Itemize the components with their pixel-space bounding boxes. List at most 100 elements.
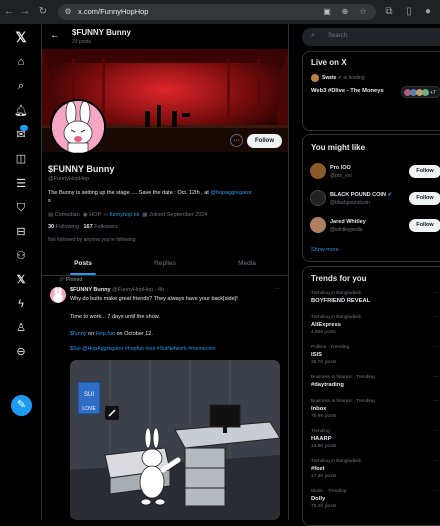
bio-text: The Bunny is setting up the stage .... S… [48, 190, 211, 196]
tab-media[interactable]: Media [206, 260, 288, 267]
suggestion-name[interactable]: BLACK POUND COIN ✔ [330, 192, 392, 198]
bio-link[interactable]: @hopaggregator [210, 190, 251, 196]
profile-meta: ▤ Comedian ◉ HOP ∞ funnyhop.lol ▦ Joined… [48, 212, 207, 218]
post-button[interactable]: ✎ [11, 395, 32, 416]
premium-icon[interactable]: 𝕏 [14, 273, 28, 287]
suggestion-follow-button[interactable]: Follow [409, 165, 440, 178]
bookmarks-icon[interactable]: ⛉ [14, 201, 28, 215]
profile-avatar[interactable] [50, 99, 106, 155]
suggestion-name[interactable]: Jared Whitley [330, 219, 366, 225]
tweet-time[interactable]: · 4h [155, 287, 164, 293]
tweet-more-icon[interactable]: ··· [274, 286, 280, 292]
lists-icon[interactable]: ☰ [14, 177, 28, 191]
more-icon[interactable]: ⊖ [14, 345, 28, 359]
header-post-count: 33 posts [72, 39, 91, 45]
trend-count: 75.9K posts [311, 414, 337, 419]
site-info-icon[interactable]: ⚙ [63, 7, 73, 17]
trend-more-icon[interactable]: ··· [433, 290, 439, 296]
profile-website[interactable]: funnyhop.lol [110, 212, 140, 218]
trend-name[interactable]: HAARP [311, 436, 332, 442]
trend-count: 17.3K posts [311, 474, 337, 479]
trend-more-icon[interactable]: ··· [433, 374, 439, 380]
profile-nav-icon[interactable]: ♙ [14, 321, 28, 335]
trend-name[interactable]: #daytrading [311, 382, 344, 388]
verified-orgs-icon[interactable]: ϟ [14, 297, 28, 311]
back-icon[interactable]: ← [3, 6, 15, 18]
search-icon[interactable]: ⌕ [14, 79, 28, 93]
followers-label[interactable]: Followers [94, 224, 118, 230]
tweet-hashtags[interactable]: $Sui @HopAggregator #hopfun #sui #SuiNet… [70, 346, 216, 352]
trend-more-icon[interactable]: ··· [433, 398, 439, 404]
suggestion-handle: @whitleypedia [330, 227, 363, 233]
profile-tabs: Posts Replies Media [42, 254, 288, 276]
trend-name[interactable]: BOYFRIEND REVEAL [311, 298, 370, 304]
extensions-icon[interactable]: ⧉ [383, 6, 395, 18]
trend-meta: Trending in Bangladesh [311, 315, 362, 320]
reload-icon[interactable]: ↻ [37, 6, 49, 18]
live-on-x-card: Live on X Swete ✔ is hosting Web3 #Dlive… [302, 51, 440, 131]
tweet-image[interactable]: SUI LOVE [70, 360, 280, 520]
tweet-cashtag[interactable]: $funny [70, 331, 87, 337]
profile-bio: The Bunny is setting up the stage .... S… [48, 190, 284, 205]
grok-icon[interactable]: ◫ [14, 152, 28, 166]
address-bar[interactable]: ⚙ x.com/FunnyHopHop ▣ ⊕ ☆ [58, 4, 376, 20]
tweet-handle[interactable]: @FunnyHopHop [112, 287, 153, 293]
notifications-icon[interactable]: 🔔︎ [14, 104, 28, 118]
search-placeholder: Search [328, 33, 348, 39]
trend-meta: Business & finance · Trending [311, 399, 375, 404]
trend-meta: Trending [311, 429, 330, 434]
pinned-row: 📌︎ Pinned [58, 277, 82, 283]
followers-count[interactable]: 167 [83, 224, 92, 230]
back-arrow-icon[interactable]: ← [50, 30, 60, 41]
profile-icon[interactable]: ● [422, 6, 434, 18]
suggestion-avatar[interactable] [310, 217, 326, 233]
trend-name[interactable]: #feet [311, 466, 325, 472]
communities-icon[interactable]: ⚇ [14, 249, 28, 263]
tab-replies[interactable]: Replies [124, 260, 206, 267]
verified-badge-icon: ✔ [337, 75, 343, 81]
show-more-link[interactable]: Show more [311, 247, 339, 253]
trend-name[interactable]: Inbox [311, 406, 326, 412]
trend-meta: Business & finance · Trending [311, 375, 375, 380]
suggestion-name[interactable]: Pro IOO [330, 165, 351, 171]
sidepanel-icon[interactable]: ▯ [403, 6, 415, 18]
bookmark-star-icon[interactable]: ☆ [358, 7, 368, 17]
suggestion-follow-button[interactable]: Follow [409, 219, 440, 232]
tweet-header: $FUNNY Bunny @FunnyHopHop · 4h [70, 287, 164, 293]
trend-more-icon[interactable]: ··· [433, 428, 439, 434]
live-space-title[interactable]: Web3 #Dlive - The Moneys [311, 88, 384, 94]
search-box[interactable]: ⌕ Search [302, 28, 440, 46]
trend-name[interactable]: Dolly [311, 496, 325, 502]
trend-more-icon[interactable]: ··· [433, 344, 439, 350]
suggestion-avatar[interactable] [310, 190, 326, 206]
profile-location: HOP [89, 212, 102, 218]
trend-name[interactable]: AliExpress [311, 322, 341, 328]
trend-more-icon[interactable]: ··· [433, 458, 439, 464]
jobs-icon[interactable]: ⊟ [14, 225, 28, 239]
x-logo-icon[interactable]: 𝕏 [14, 30, 28, 44]
tab-posts[interactable]: Posts [42, 260, 124, 267]
live-hosting-label: is hosting [343, 75, 365, 81]
home-icon[interactable]: ⌂ [14, 55, 28, 69]
more-options-icon[interactable]: ··· [230, 134, 243, 147]
zoom-icon[interactable]: ⊕ [340, 7, 350, 17]
search-sidebar-icon: ⌕ [311, 32, 315, 39]
suggestion-avatar[interactable] [310, 163, 326, 179]
following-count[interactable]: 30 [48, 224, 54, 230]
forward-icon[interactable]: → [19, 6, 31, 18]
tweet-avatar[interactable] [50, 287, 66, 303]
suggestion-follow-button[interactable]: Follow [409, 192, 440, 205]
following-label[interactable]: Following [56, 224, 79, 230]
messages-icon[interactable]: ✉ [14, 128, 28, 142]
trend-more-icon[interactable]: ··· [433, 488, 439, 494]
trends-card: Trends for you Trending in Bangladesh BO… [302, 266, 440, 526]
live-host-name[interactable]: Swete [322, 75, 336, 81]
trend-name[interactable]: ISIS [311, 352, 322, 358]
tweet-author[interactable]: $FUNNY Bunny [70, 287, 111, 293]
live-host-avatar [311, 74, 319, 82]
follow-button[interactable]: Follow [247, 134, 282, 148]
live-listeners[interactable]: +7 [401, 86, 440, 98]
cast-icon[interactable]: ▣ [322, 7, 332, 17]
trend-more-icon[interactable]: ··· [433, 314, 439, 320]
tweet-link[interactable]: Hop.fun [96, 331, 115, 337]
